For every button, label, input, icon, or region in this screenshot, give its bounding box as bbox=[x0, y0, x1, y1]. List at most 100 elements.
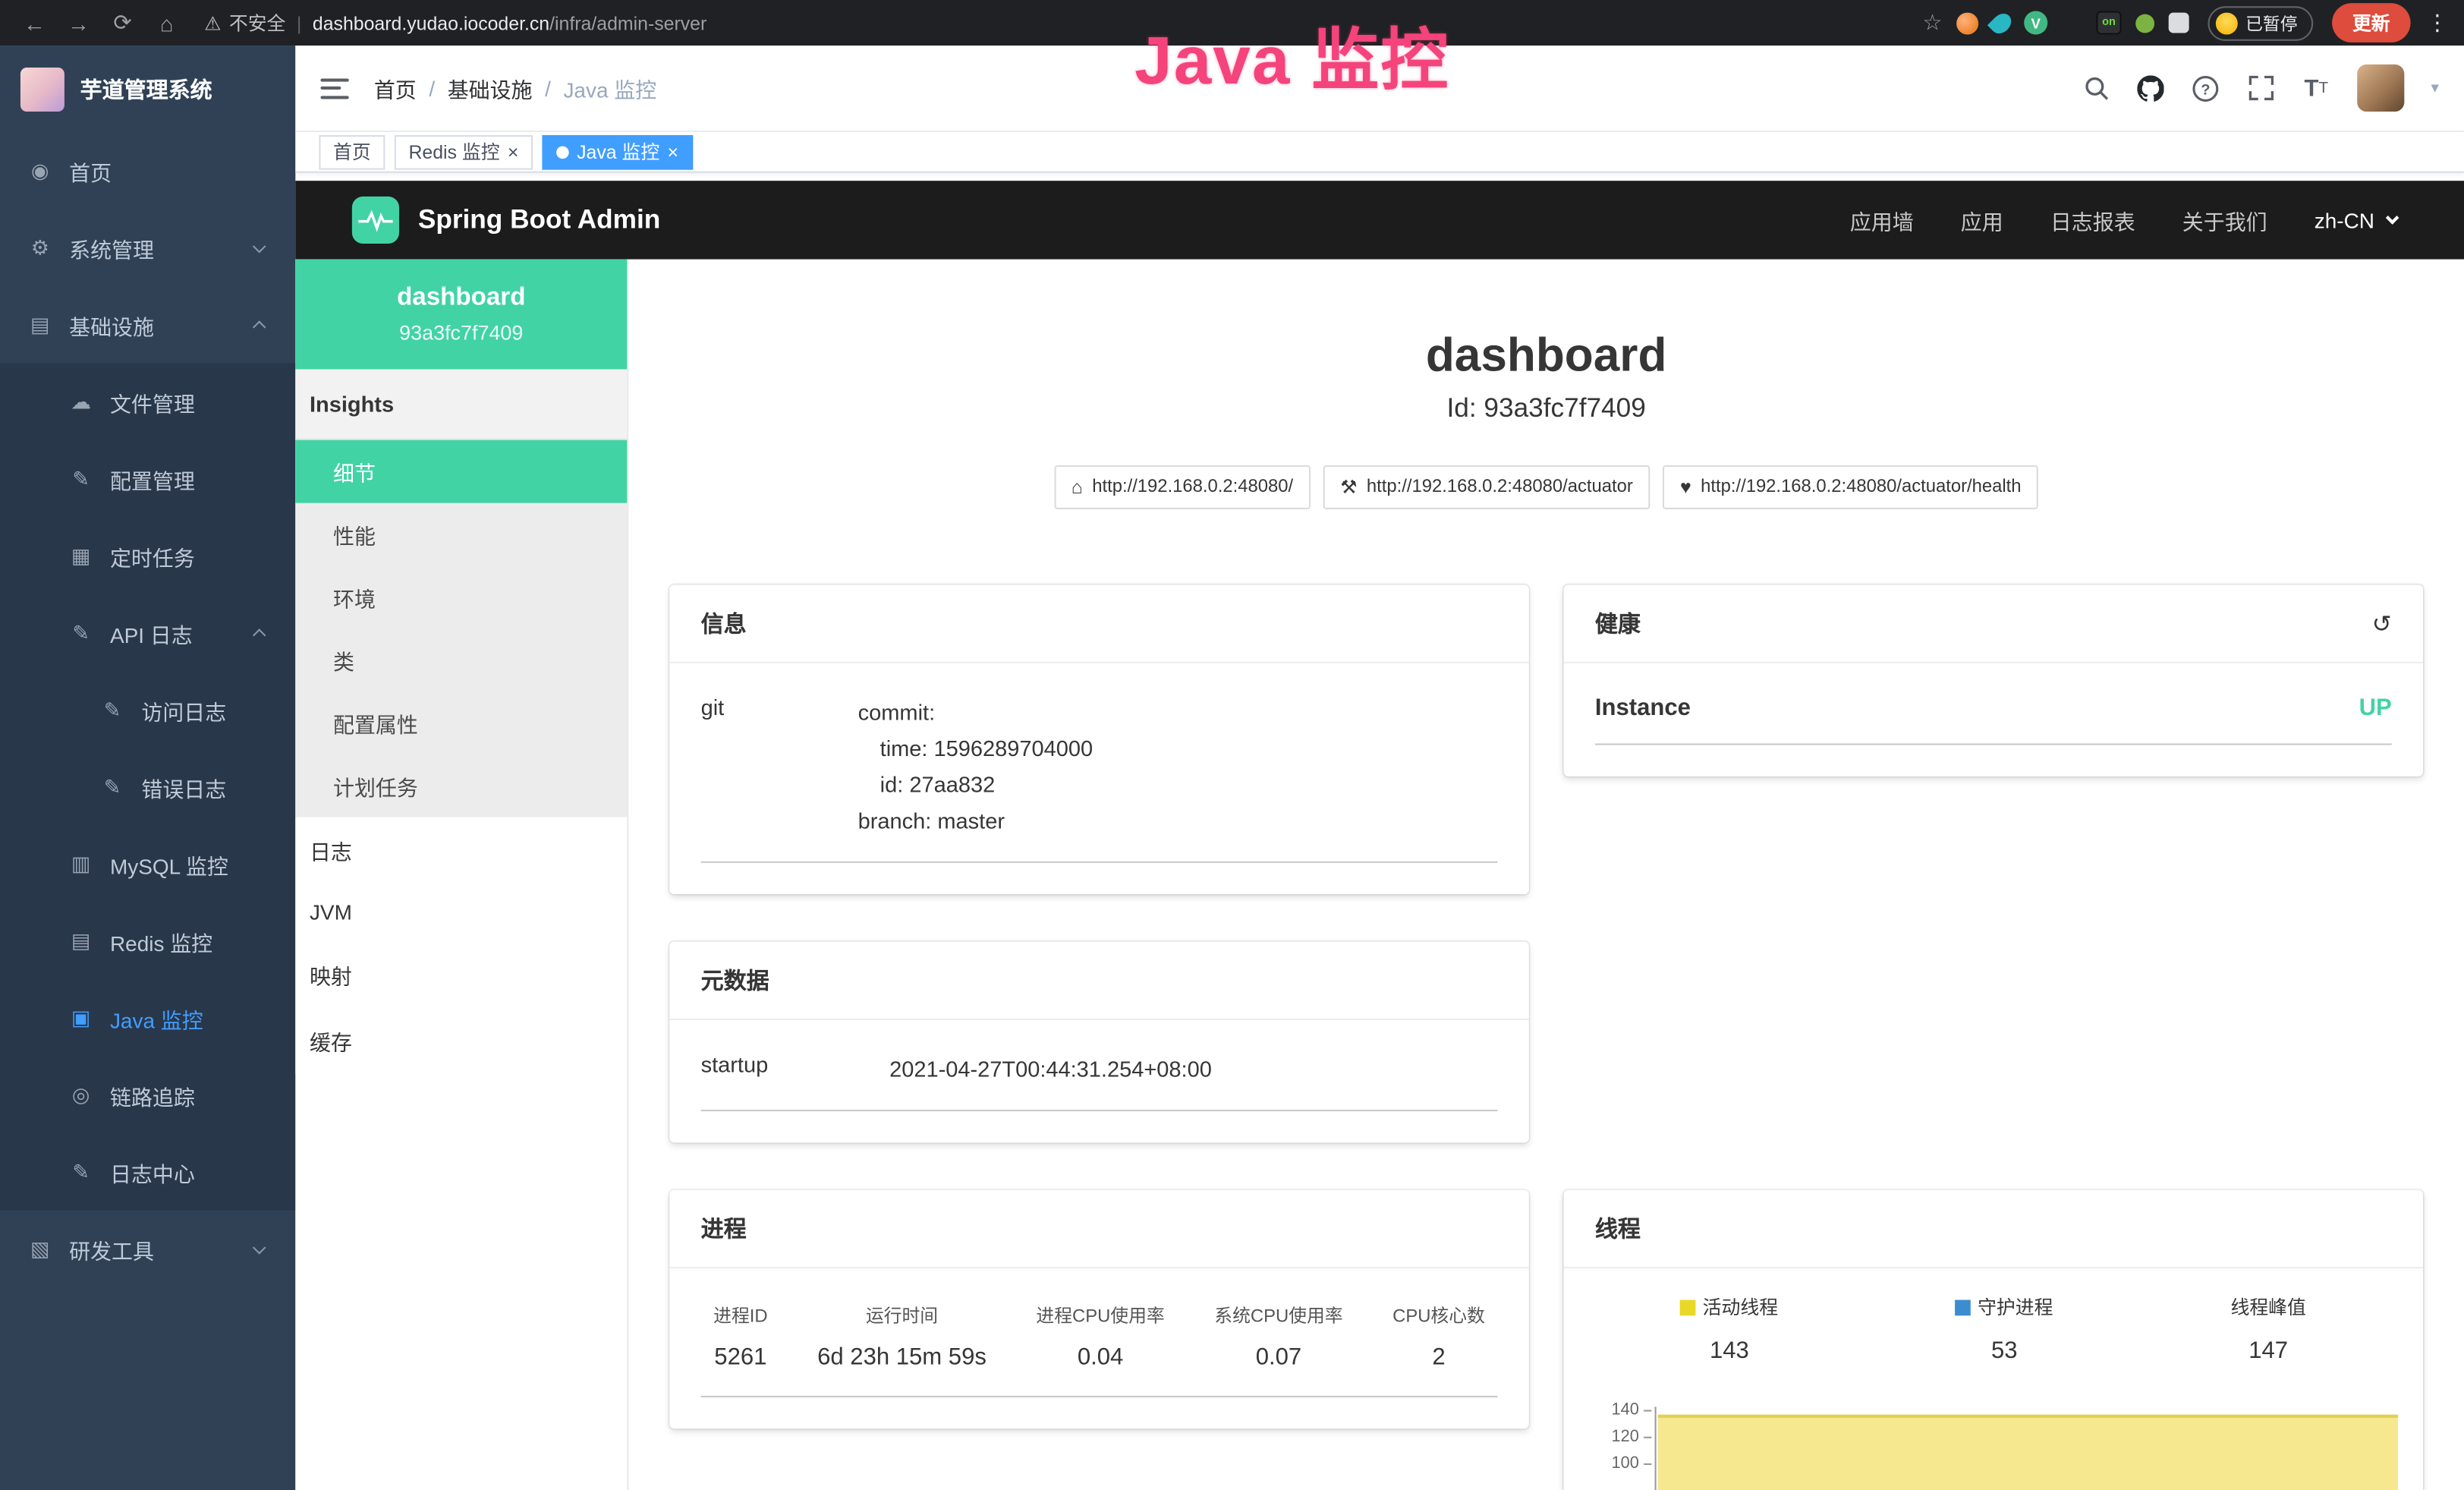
profile-paused-badge[interactable]: 已暂停 bbox=[2208, 5, 2313, 40]
chrome-update-button[interactable]: 更新 bbox=[2332, 3, 2411, 43]
sidebar-item-java-monitor[interactable]: ▣ Java 监控 bbox=[0, 979, 295, 1056]
sidebar-item-dev-tools[interactable]: ▧ 研发工具 bbox=[0, 1211, 295, 1287]
startup-timestamp: 2021-04-27T00:44:31.254+08:00 bbox=[889, 1051, 1212, 1088]
breadcrumb-home[interactable]: 首页 bbox=[374, 72, 417, 103]
sidebar-item-log-center[interactable]: ✎ 日志中心 bbox=[0, 1133, 295, 1210]
security-chip[interactable]: ⚠ 不安全 bbox=[204, 9, 285, 36]
tab-home[interactable]: 首页 bbox=[319, 134, 385, 169]
screenshot-root: ← → ⟳ ⌂ ⚠ 不安全 | dashboard.yudao.iocoder.… bbox=[0, 0, 2464, 1490]
collapse-sidebar-icon[interactable] bbox=[320, 78, 348, 99]
sba-nav: 应用墙 应用 日志报表 关于我们 zh-CN bbox=[1850, 204, 2408, 235]
browser-home-button[interactable]: ⌂ bbox=[148, 10, 186, 35]
address-bar[interactable]: ⚠ 不安全 | dashboard.yudao.iocoder.cn/infra… bbox=[204, 9, 1916, 36]
vue-devtools-icon[interactable]: V bbox=[2024, 11, 2047, 34]
spring-boot-admin-logo-icon[interactable] bbox=[352, 197, 399, 244]
extension-icon-orange[interactable] bbox=[1956, 12, 1978, 34]
browser-back-button[interactable]: ← bbox=[16, 10, 54, 35]
browser-reload-button[interactable]: ⟳ bbox=[104, 9, 142, 36]
sba-nav-applications[interactable]: 应用 bbox=[1961, 204, 2003, 235]
sidebar-item-mysql-monitor[interactable]: ▥ MySQL 监控 bbox=[0, 825, 295, 902]
sidebar-item-file-management[interactable]: ☁ 文件管理 bbox=[0, 363, 295, 439]
home-icon: ⌂ bbox=[1072, 476, 1083, 498]
tab-label: Redis 监控 bbox=[408, 138, 499, 165]
sba-group-caches[interactable]: 缓存 bbox=[295, 1007, 627, 1073]
sidebar-item-infrastructure[interactable]: ▤ 基础设施 bbox=[0, 286, 295, 363]
extension-icon-blue-grid[interactable] bbox=[2062, 13, 2082, 33]
actuator-url-link[interactable]: ⚒ http://192.168.0.2:48080/actuator bbox=[1323, 465, 1650, 509]
extension-icon-leaf[interactable] bbox=[2135, 14, 2154, 33]
search-icon[interactable] bbox=[2082, 74, 2110, 102]
user-avatar[interactable] bbox=[2357, 65, 2404, 112]
fullscreen-icon[interactable] bbox=[2247, 74, 2275, 102]
sba-nav-about[interactable]: 关于我们 bbox=[2182, 204, 2267, 235]
extensions-puzzle-icon[interactable] bbox=[2169, 13, 2189, 33]
git-id-line: id: 27aa832 bbox=[858, 767, 1093, 804]
close-icon[interactable]: × bbox=[668, 142, 679, 161]
browser-menu-icon[interactable]: ⋮ bbox=[2426, 9, 2448, 36]
sidebar-item-home[interactable]: ◉ 首页 bbox=[0, 132, 295, 209]
menu-label: 系统管理 bbox=[69, 232, 154, 263]
sidebar-item-scheduled-tasks[interactable]: ▦ 定时任务 bbox=[0, 517, 295, 594]
menu-label: 日志中心 bbox=[110, 1156, 195, 1187]
status-badge: UP bbox=[2359, 695, 2392, 721]
font-size-icon[interactable]: TT bbox=[2302, 74, 2330, 102]
app-logo[interactable]: 芋道管理系统 bbox=[0, 46, 295, 132]
sba-item-scheduled-tasks[interactable]: 计划任务 bbox=[295, 754, 627, 817]
user-menu-caret-icon[interactable]: ▾ bbox=[2431, 80, 2438, 97]
stat-label: CPU核心数 bbox=[1392, 1303, 1485, 1328]
menu-label: 配置管理 bbox=[110, 463, 195, 494]
extension-icon-on-badge[interactable]: on bbox=[2096, 11, 2121, 34]
legend-value: 53 bbox=[1956, 1337, 2053, 1364]
sba-main: dashboard Id: 93a3fc7f7409 ⌂ http://192.… bbox=[628, 260, 2464, 1490]
menu-label: 访问日志 bbox=[141, 694, 226, 725]
edit-icon: ✎ bbox=[68, 620, 94, 645]
sba-item-config-props[interactable]: 配置属性 bbox=[295, 691, 627, 754]
git-row: git commit: time: 1596289704000 id: 27aa… bbox=[701, 695, 1498, 863]
sba-group-logs[interactable]: 日志 bbox=[295, 817, 627, 884]
breadcrumb-infrastructure[interactable]: 基础设施 bbox=[448, 72, 533, 103]
bookmark-star-icon[interactable]: ☆ bbox=[1922, 9, 1942, 36]
sba-nav-journal[interactable]: 日志报表 bbox=[2050, 204, 2135, 235]
sidebar-item-redis-monitor[interactable]: ▤ Redis 监控 bbox=[0, 903, 295, 979]
edit-icon: ✎ bbox=[68, 466, 94, 491]
sidebar-item-config-management[interactable]: ✎ 配置管理 bbox=[0, 440, 295, 517]
menu-label: 文件管理 bbox=[110, 386, 195, 417]
sba-item-environment[interactable]: 环境 bbox=[295, 565, 627, 628]
instance-header[interactable]: dashboard 93a3fc7f7409 bbox=[295, 260, 627, 370]
sidebar-item-error-logs[interactable]: ✎ 错误日志 bbox=[0, 748, 295, 825]
github-icon[interactable] bbox=[2137, 74, 2165, 102]
help-icon[interactable]: ? bbox=[2192, 74, 2220, 102]
chart-plot-area bbox=[1655, 1407, 2398, 1490]
sidebar-item-system-management[interactable]: ⚙ 系统管理 bbox=[0, 209, 295, 285]
sidebar-item-tracing[interactable]: ◎ 链路追踪 bbox=[0, 1057, 295, 1133]
sidebar-item-api-logs[interactable]: ✎ API 日志 bbox=[0, 594, 295, 671]
process-stats: 进程ID 5261 运行时间 6d 23h 15m 59s bbox=[701, 1300, 1498, 1397]
tab-java-monitor[interactable]: Java 监控 × bbox=[543, 134, 693, 169]
service-url-link[interactable]: ⌂ http://192.168.0.2:48080/ bbox=[1054, 465, 1311, 509]
menu-label: 基础设施 bbox=[69, 309, 154, 340]
menu-label: 定时任务 bbox=[110, 540, 195, 571]
sba-item-metrics[interactable]: 性能 bbox=[295, 503, 627, 566]
address-separator: | bbox=[297, 12, 301, 34]
info-card-body: git commit: time: 1596289704000 id: 27aa… bbox=[669, 663, 1529, 894]
stat-pid: 进程ID 5261 bbox=[713, 1303, 767, 1371]
process-card-body: 进程ID 5261 运行时间 6d 23h 15m 59s bbox=[669, 1268, 1529, 1429]
browser-forward-button[interactable]: → bbox=[60, 10, 98, 35]
app-main: 首页 / 基础设施 / Java 监控 ? bbox=[295, 46, 2464, 1490]
history-icon[interactable]: ↺ bbox=[2372, 609, 2392, 637]
sba-group-mappings[interactable]: 映射 bbox=[295, 941, 627, 1007]
sba-brand-title[interactable]: Spring Boot Admin bbox=[418, 204, 660, 235]
threads-card-body: 活动线程 143 守护进程 bbox=[1563, 1268, 2423, 1490]
language-selector[interactable]: zh-CN bbox=[2315, 208, 2395, 232]
close-icon[interactable]: × bbox=[508, 142, 519, 161]
sidebar-item-access-logs[interactable]: ✎ 访问日志 bbox=[0, 671, 295, 748]
info-card-title: 信息 bbox=[701, 606, 747, 639]
tab-redis-monitor[interactable]: Redis 监控 × bbox=[395, 134, 533, 169]
sba-group-jvm[interactable]: JVM bbox=[295, 884, 627, 942]
sba-nav-wallboard[interactable]: 应用墙 bbox=[1850, 204, 1914, 235]
sba-item-classes[interactable]: 类 bbox=[295, 628, 627, 691]
link-url: http://192.168.0.2:48080/ bbox=[1092, 478, 1293, 497]
health-url-link[interactable]: ♥ http://192.168.0.2:48080/actuator/heal… bbox=[1663, 465, 2038, 509]
extension-icon-teal-drop[interactable] bbox=[1987, 9, 2016, 37]
sba-item-details[interactable]: 细节 bbox=[295, 440, 627, 503]
